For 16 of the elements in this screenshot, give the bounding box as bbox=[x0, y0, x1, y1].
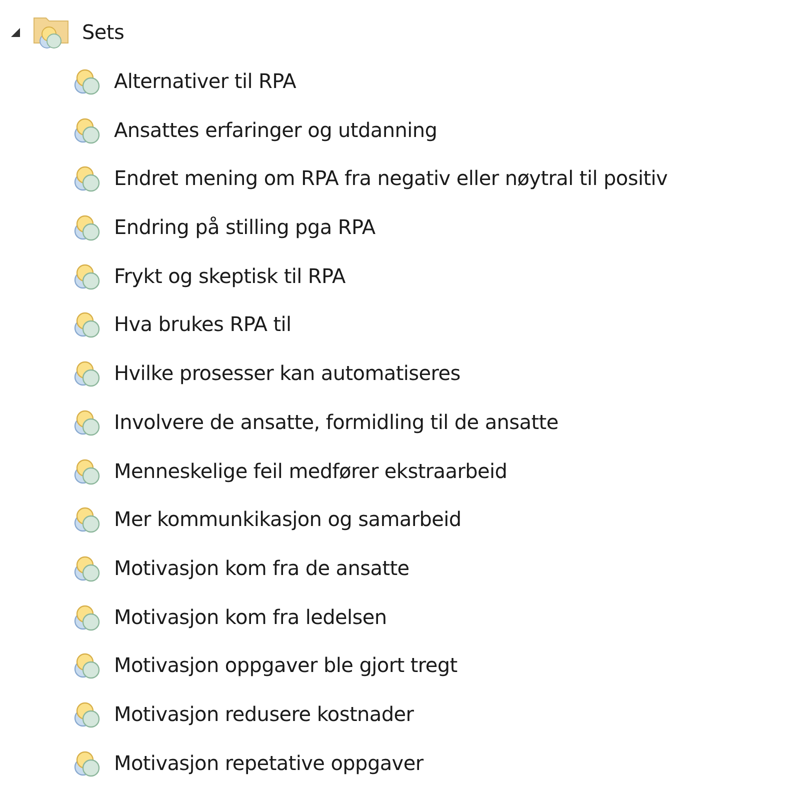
tree-item[interactable]: Alternativer til RPA bbox=[114, 69, 296, 94]
tree-item[interactable]: Hva brukes RPA til bbox=[114, 312, 292, 336]
tree-item[interactable]: Sets bbox=[82, 20, 124, 44]
tree-item[interactable]: Hvilke prosesser kan automatiseres bbox=[114, 361, 460, 386]
tree-item[interactable]: Ansattes erfaringer og utdanning bbox=[114, 118, 438, 142]
tree-item[interactable]: Motivasjon redusere kostnader bbox=[114, 702, 414, 726]
tree-item[interactable]: Endret mening om RPA fra negativ eller nøytral til positiv bbox=[114, 166, 668, 190]
tree-item[interactable]: Motivasjon kom fra de ansatte bbox=[114, 556, 410, 580]
tree-item[interactable]: Endring på stilling pga RPA bbox=[114, 215, 376, 240]
tree-item[interactable]: Motivasjon kom fra ledelsen bbox=[114, 604, 387, 629]
tree-item[interactable]: Frykt og skeptisk til RPA bbox=[114, 264, 346, 288]
tree-item[interactable]: Involvere de ansatte, formidling til de ansatte bbox=[114, 410, 558, 434]
tree-item[interactable]: Menneskelige feil medfører ekstraarbeid bbox=[114, 458, 508, 483]
tree-item[interactable]: Mer kommunkikasjon og samarbeid bbox=[114, 507, 462, 532]
tree-item[interactable]: Motivasjon oppgaver ble gjort tregt bbox=[114, 653, 458, 678]
tree-item[interactable]: Motivasjon repetative oppgaver bbox=[114, 750, 424, 775]
